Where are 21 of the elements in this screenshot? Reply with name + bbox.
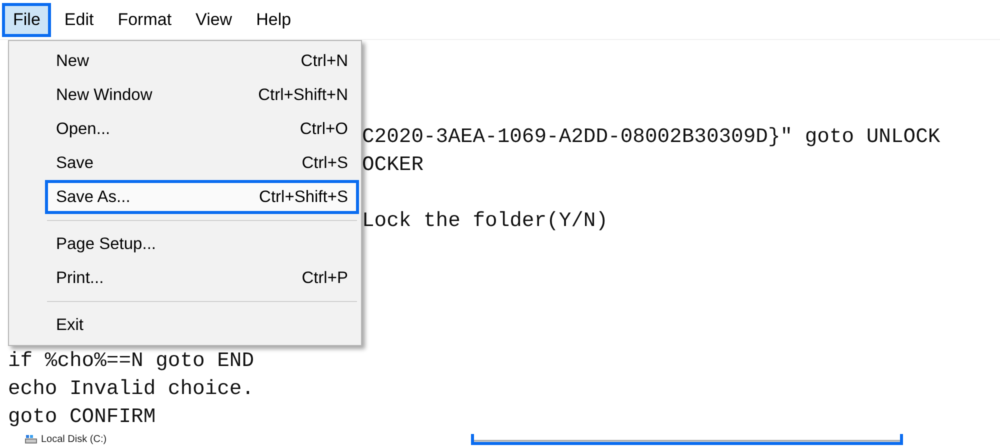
- menu-item[interactable]: New Window Ctrl+Shift+N: [45, 78, 359, 112]
- menu-tab[interactable]: Help: [245, 2, 302, 36]
- code-line: if %cho%==N goto END: [8, 350, 254, 373]
- code-line: echo Invalid choice.: [8, 378, 254, 401]
- menu-tab[interactable]: View: [184, 2, 244, 36]
- drive-label: Local Disk (C:): [41, 434, 107, 444]
- menu-item[interactable]: Page Setup...: [45, 227, 359, 261]
- menu-tab[interactable]: File: [2, 2, 52, 36]
- menu-tab[interactable]: Format: [106, 2, 183, 36]
- code-line: OCKER: [362, 154, 424, 177]
- menu-item[interactable]: Open... Ctrl+O: [45, 112, 359, 146]
- menu-item[interactable]: Exit: [45, 308, 359, 342]
- code-line: goto CONFIRM: [8, 406, 156, 429]
- code-line: Lock the folder(Y/N): [362, 210, 608, 233]
- code-line: C2020-3AEA-1069-A2DD-08002B30309D}" goto UNLOCK: [362, 126, 940, 149]
- menu-item[interactable]: New Ctrl+N: [45, 44, 359, 78]
- menu-item[interactable]: Print... Ctrl+P: [45, 261, 359, 295]
- menu-item[interactable]: Save Ctrl+S: [45, 146, 359, 180]
- menu-item[interactable]: Save As... Ctrl+Shift+S: [45, 180, 359, 214]
- drive-icon: [25, 434, 37, 444]
- menu-tab[interactable]: Edit: [53, 2, 105, 36]
